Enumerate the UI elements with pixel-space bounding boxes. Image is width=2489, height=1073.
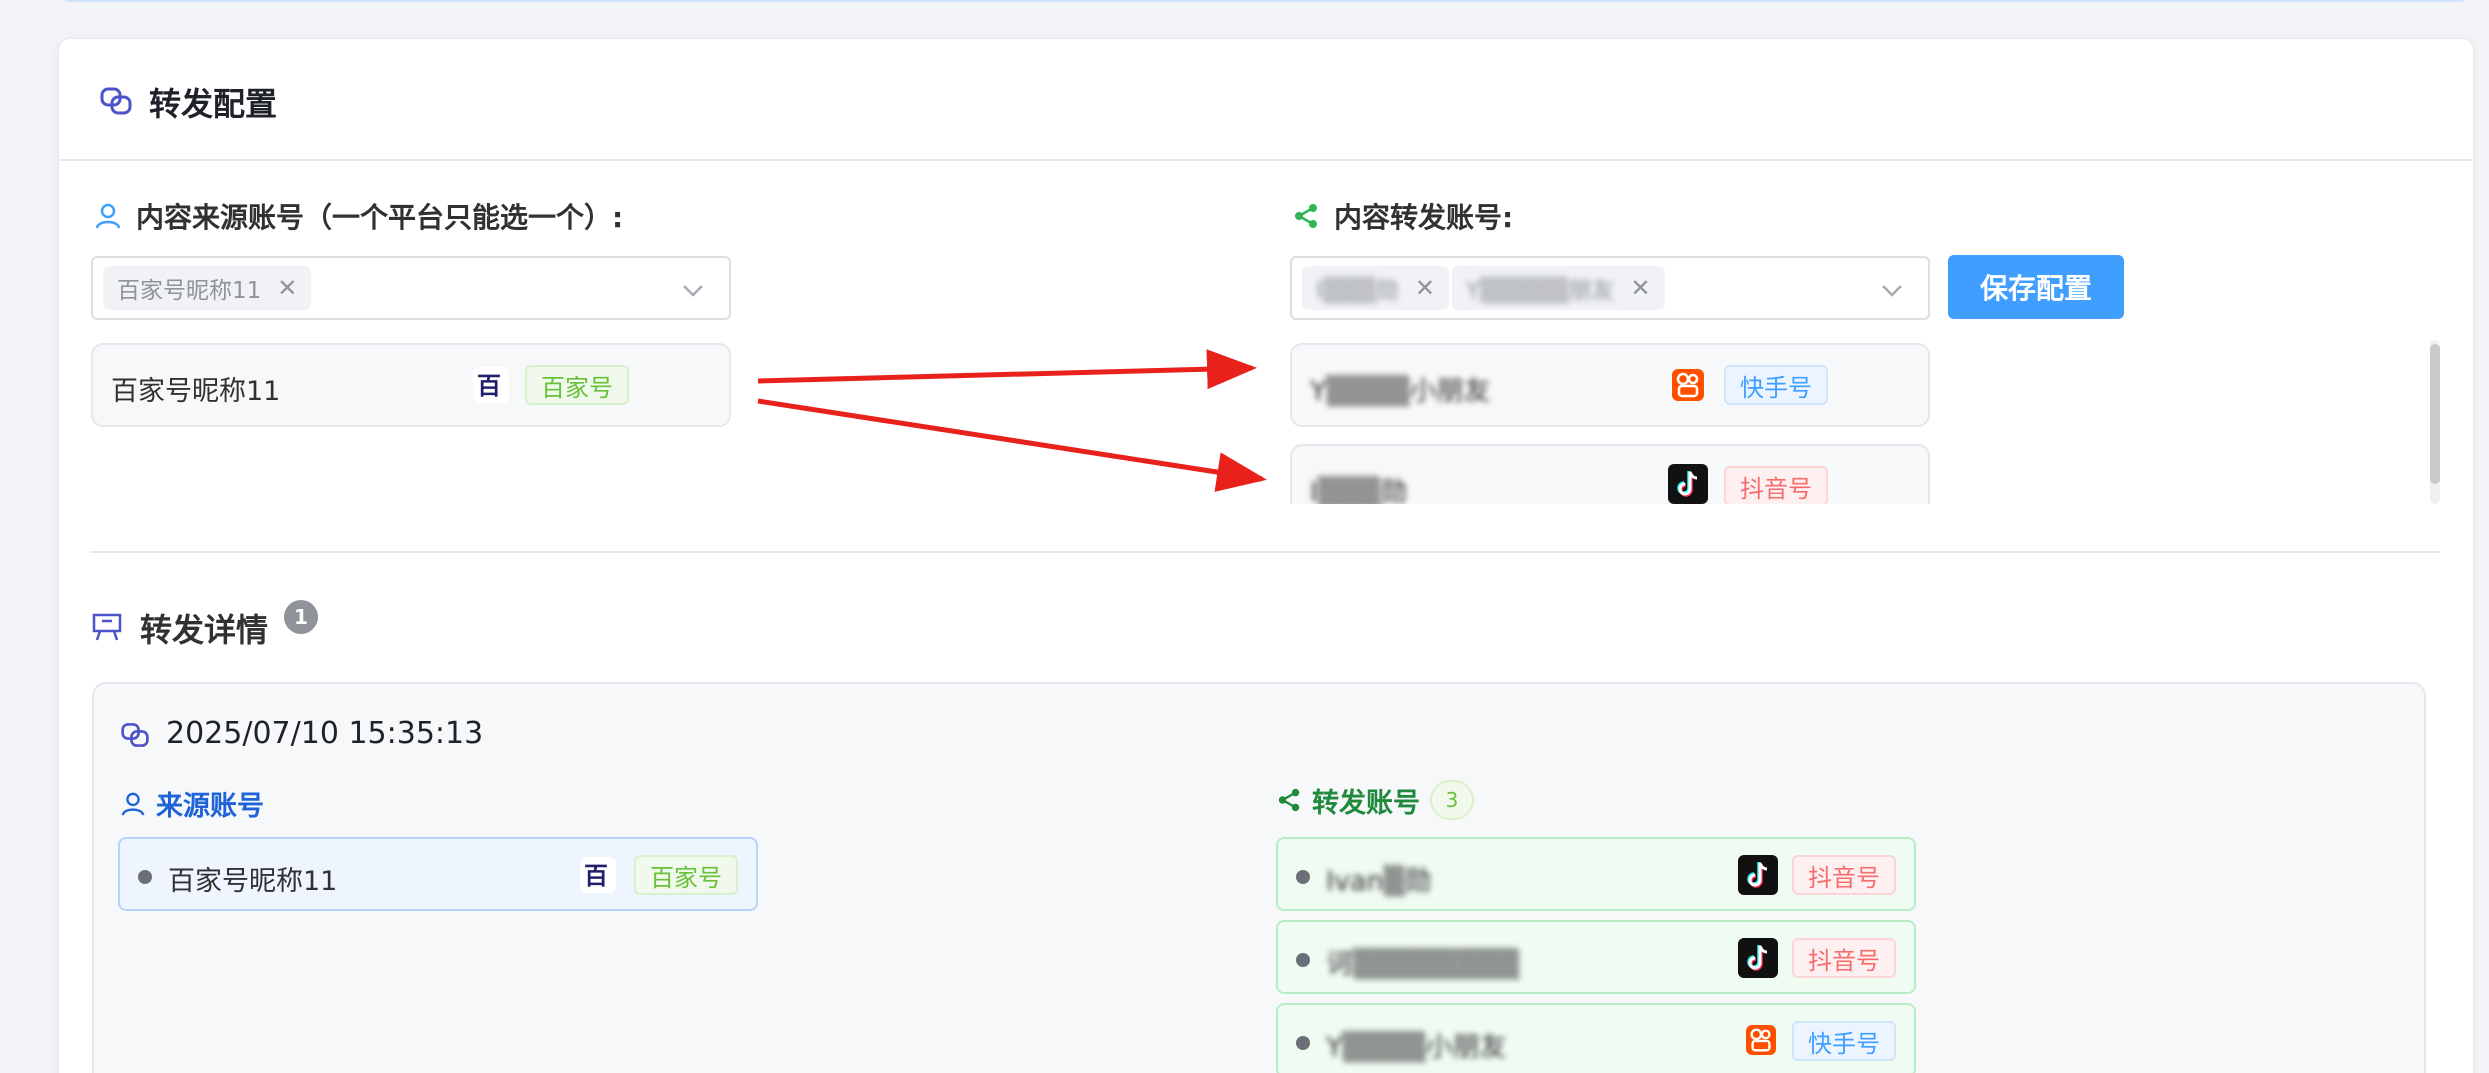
target-account-row: 诃▒▒▒▒▒▒▒▒ 抖音号: [1276, 920, 1916, 994]
bullet-dot: [138, 870, 152, 884]
forward-record: 2025/07/10 15:35:13 来源账号 转发账号 3 百家号昵称11 …: [92, 682, 2426, 1073]
platform-tag: 抖音号: [1792, 855, 1896, 895]
platform-tag: 抖音号: [1724, 466, 1828, 504]
user-icon: [121, 792, 145, 816]
douyin-icon: [1738, 855, 1778, 895]
account-name: Ivan▒勋: [1326, 866, 1432, 897]
bullet-dot: [1296, 1036, 1310, 1050]
platform-tag: 百家号: [634, 855, 738, 895]
arrow-to-kuaishou: [757, 349, 1257, 390]
bullet-dot: [1296, 870, 1310, 884]
kuaishou-icon: [1672, 369, 1704, 401]
presentation-icon: [92, 613, 122, 641]
share-icon: [1278, 788, 1300, 812]
details-count-badge: 1: [284, 600, 318, 634]
svg-text:百: 百: [584, 861, 608, 890]
account-name: 百家号昵称11: [168, 866, 338, 897]
douyin-icon: [1668, 464, 1708, 504]
target-count-badge: 3: [1430, 780, 1474, 820]
account-name: 诃▒▒▒▒▒▒▒▒: [1326, 949, 1520, 980]
target-accounts-label: 转发账号 3: [1276, 780, 1474, 820]
account-name: Y▒▒▒▒小朋友: [1310, 376, 1491, 407]
douyin-icon: [1738, 938, 1778, 978]
source-account-row: 百家号昵称11 百 百家号: [118, 837, 758, 911]
platform-tag: 抖音号: [1792, 938, 1896, 978]
target-account-card[interactable]: Y▒▒▒▒小朋友 快手号: [1290, 343, 1930, 427]
section-divider: [90, 551, 2440, 553]
target-account-list[interactable]: Y▒▒▒▒小朋友 快手号 I▒▒▒勋 抖音号: [1290, 340, 1930, 504]
link-copy-icon: [121, 723, 149, 747]
account-name: Y▒▒▒▒小朋友: [1326, 1032, 1507, 1063]
details-title: 转发详情: [140, 611, 269, 649]
account-name: I▒▒▒勋: [1310, 477, 1408, 504]
source-label-text: 来源账号: [156, 791, 264, 822]
scrollbar[interactable]: [2430, 340, 2440, 504]
baijiahao-icon: 百: [580, 857, 616, 893]
record-timestamp: 2025/07/10 15:35:13: [166, 716, 484, 751]
arrow-to-douyin: [757, 398, 1267, 492]
target-account-row: Y▒▒▒▒小朋友 快手号: [1276, 1003, 1916, 1073]
target-account-row: Ivan▒勋 抖音号: [1276, 837, 1916, 911]
target-account-card[interactable]: I▒▒▒勋 抖音号: [1290, 444, 1930, 504]
target-label-text: 转发账号: [1312, 787, 1420, 819]
source-accounts-label: 来源账号: [120, 784, 264, 823]
bullet-dot: [1296, 953, 1310, 967]
scrollbar-thumb[interactable]: [2430, 344, 2440, 484]
kuaishou-icon: [1746, 1025, 1776, 1055]
platform-tag: 快手号: [1792, 1021, 1896, 1061]
platform-tag: 快手号: [1724, 365, 1828, 405]
